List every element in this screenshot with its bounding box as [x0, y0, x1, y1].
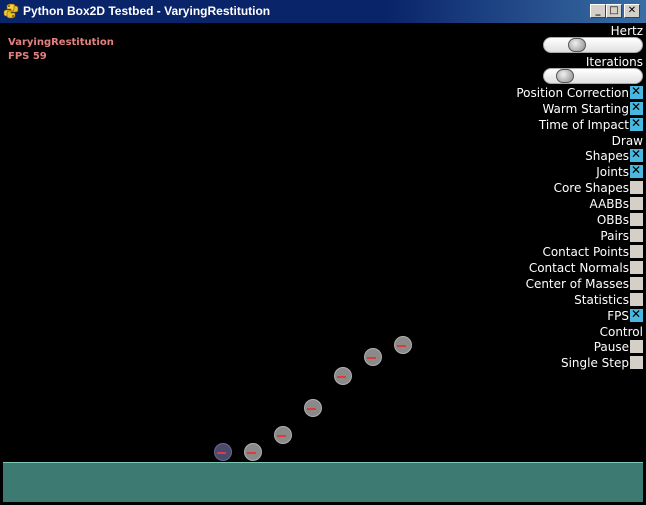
control-label: Single Step: [560, 356, 629, 370]
hertz-slider-handle[interactable]: [568, 38, 586, 52]
fps-readout: FPS 59: [8, 51, 47, 62]
ball-body[interactable]: [244, 443, 262, 461]
draw-statistics[interactable]: Statistics: [574, 292, 643, 308]
ball-radius-line: [397, 345, 406, 347]
draw-center-of-masses[interactable]: Center of Masses: [526, 276, 643, 292]
setting-time-of-impact[interactable]: Time of Impact: [538, 116, 643, 133]
draw-checkbox[interactable]: [630, 181, 643, 194]
hertz-slider[interactable]: [543, 37, 643, 53]
draw-label: Shapes: [585, 149, 629, 163]
control-checkbox[interactable]: [630, 340, 643, 353]
control-single-step[interactable]: Single Step: [561, 355, 643, 371]
section-heading: Control: [599, 325, 643, 339]
draw-label: Contact Normals: [528, 261, 629, 275]
window-title: Python Box2D Testbed - VaryingRestitutio…: [23, 4, 271, 18]
control-checkbox[interactable]: [630, 356, 643, 369]
title-bar[interactable]: Python Box2D Testbed - VaryingRestitutio…: [0, 0, 646, 23]
setting-label: Time of Impact: [538, 118, 629, 132]
ball-body[interactable]: [304, 399, 322, 417]
draw-label: AABBs: [589, 197, 629, 211]
setting-position-correction[interactable]: Position Correction: [516, 84, 643, 101]
draw-checkbox[interactable]: [630, 277, 643, 290]
scene-name: VaryingRestitution: [8, 37, 114, 48]
draw-checkbox[interactable]: [630, 163, 643, 178]
draw-aabbs[interactable]: AABBs: [590, 196, 643, 212]
draw-checkbox[interactable]: [630, 229, 643, 242]
draw-contact-points[interactable]: Contact Points: [542, 244, 643, 260]
iterations-slider[interactable]: [543, 68, 643, 84]
ground-body: [3, 462, 643, 502]
ball-radius-line: [217, 452, 226, 454]
control-pause[interactable]: Pause: [594, 339, 643, 355]
draw-checkbox[interactable]: [630, 261, 643, 274]
ball-body[interactable]: [394, 336, 412, 354]
setting-checkbox[interactable]: [630, 100, 643, 115]
draw-contact-normals[interactable]: Contact Normals: [529, 260, 643, 276]
draw-label: Pairs: [600, 229, 629, 243]
draw-shapes[interactable]: Shapes: [585, 147, 643, 164]
draw-joints[interactable]: Joints: [596, 163, 643, 180]
draw-checkbox[interactable]: [630, 213, 643, 226]
scene-info: VaryingRestitution FPS 59: [8, 36, 114, 64]
draw-checkbox[interactable]: [630, 147, 643, 162]
control-label: Pause: [593, 340, 629, 354]
draw-label: Contact Points: [542, 245, 629, 259]
ball-radius-line: [307, 408, 316, 410]
testbed-window: Python Box2D Testbed - VaryingRestitutio…: [0, 0, 646, 505]
minimize-button[interactable]: _: [590, 4, 606, 18]
setting-warm-starting[interactable]: Warm Starting: [542, 100, 643, 117]
setting-checkbox[interactable]: [630, 84, 643, 99]
control-header: Control: [600, 324, 643, 340]
draw-label: Center of Masses: [525, 277, 629, 291]
draw-core-shapes[interactable]: Core Shapes: [554, 180, 643, 196]
close-button[interactable]: ✕: [624, 4, 640, 18]
draw-label: OBBs: [596, 213, 629, 227]
setting-checkbox[interactable]: [630, 116, 643, 131]
draw-fps[interactable]: FPS: [607, 307, 643, 324]
draw-pairs[interactable]: Pairs: [600, 228, 643, 244]
draw-checkbox[interactable]: [630, 293, 643, 306]
ball-radius-line: [337, 376, 346, 378]
draw-label: FPS: [607, 309, 629, 323]
setting-label: Position Correction: [516, 86, 629, 100]
draw-label: Joints: [596, 165, 629, 179]
draw-label: Core Shapes: [553, 181, 629, 195]
draw-checkbox[interactable]: [630, 245, 643, 258]
draw-checkbox[interactable]: [630, 307, 643, 322]
setting-label: Warm Starting: [542, 102, 629, 116]
draw-label: Statistics: [574, 293, 629, 307]
ball-radius-line: [247, 452, 256, 454]
maximize-button[interactable]: □: [606, 4, 622, 18]
ball-body[interactable]: [274, 426, 292, 444]
python-icon: [3, 3, 19, 19]
ball-radius-line: [277, 435, 286, 437]
ball-radius-line: [367, 357, 376, 359]
iterations-slider-handle[interactable]: [556, 69, 574, 83]
ball-body[interactable]: [214, 443, 232, 461]
ball-body[interactable]: [364, 348, 382, 366]
draw-checkbox[interactable]: [630, 197, 643, 210]
draw-obbs[interactable]: OBBs: [597, 212, 643, 228]
ball-body[interactable]: [334, 367, 352, 385]
